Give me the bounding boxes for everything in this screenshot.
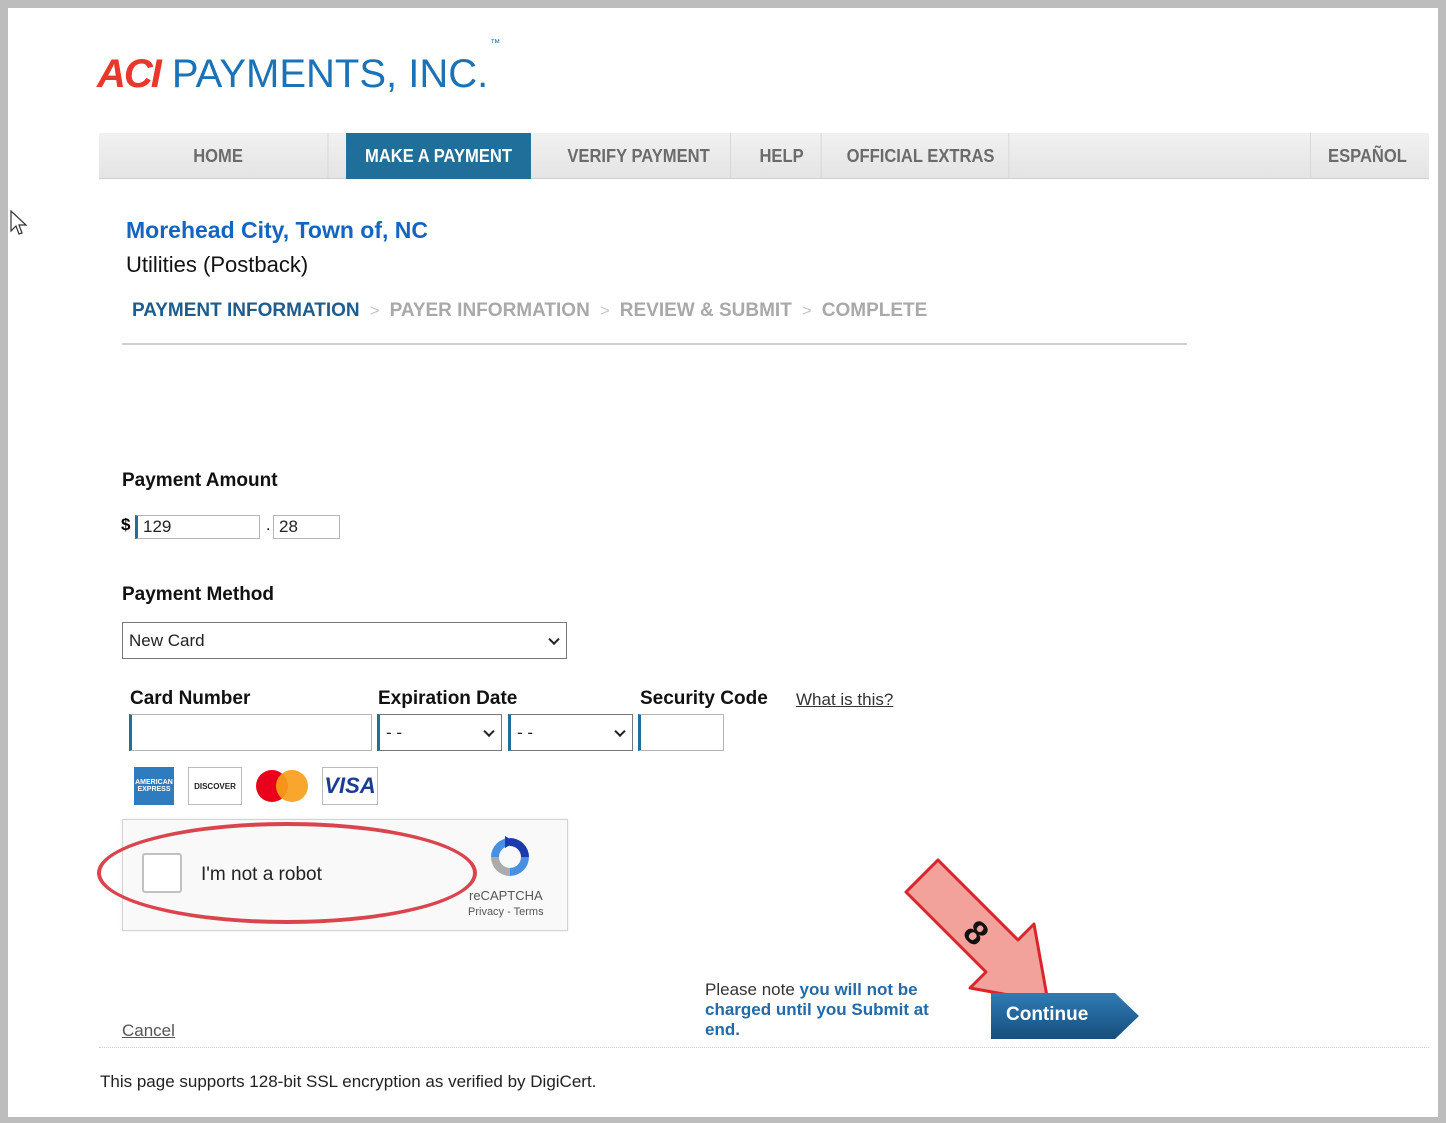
nav-verify-payment[interactable]: VERIFY PAYMENT [547,133,731,179]
exp-month-select[interactable]: - - [377,714,502,751]
mouse-cursor-icon [10,210,28,235]
merchant-service: Utilities (Postback) [126,252,309,277]
nav-help[interactable]: HELP [742,133,822,179]
nav-official-extras[interactable]: OFFICIAL EXTRAS [833,133,1010,179]
step-payer-information: PAYER INFORMATION [389,300,590,321]
accepted-cards: AMERICAN EXPRESS DISCOVER VISA [134,767,378,805]
merchant-name: Morehead City, Town of, NC [126,217,428,243]
payment-method-value: New Card [129,630,205,650]
decimal-point: . [266,517,271,534]
what-is-this-link[interactable]: What is this? [796,690,893,710]
step-payment-information: PAYMENT INFORMATION [132,300,360,321]
recaptcha-brand: reCAPTCHA [469,888,543,903]
main-nav: HOME MAKE A PAYMENT VERIFY PAYMENT HELP … [99,133,1429,179]
card-number-input[interactable] [129,714,372,751]
chevron-down-icon [548,633,560,645]
recaptcha-terms-link[interactable]: Privacy - Terms [468,906,544,918]
continue-button[interactable]: Continue [991,993,1139,1039]
step-separator: > [801,301,812,320]
nav-language-espanol[interactable]: ESPAÑOL [1309,133,1424,179]
step-review-submit: REVIEW & SUBMIT [619,300,792,321]
step-separator: > [369,301,380,320]
mastercard-icon [256,767,308,805]
cancel-link[interactable]: Cancel [122,1021,175,1041]
nav-home[interactable]: HOME [109,133,329,179]
payment-amount-label: Payment Amount [122,470,278,491]
visa-icon: VISA [322,767,378,805]
charge-note-prefix: Please note [705,980,800,999]
payment-method-select[interactable]: New Card [122,622,567,659]
steps-divider [122,343,1187,345]
exp-month-value: - - [386,722,403,742]
recaptcha-icon [491,836,529,876]
amount-dollars-input[interactable]: 129 [135,515,260,539]
expiration-date-label: Expiration Date [378,688,518,709]
chevron-down-icon [483,725,495,737]
amex-icon: AMERICAN EXPRESS [134,767,174,805]
step-separator: > [599,301,610,320]
logo-text: PAYMENTS, INC.™ [171,38,500,97]
footer-divider [99,1047,1429,1048]
charge-note: Please note you will not be charged unti… [705,980,955,1040]
highlight-oval-annotation [97,822,477,924]
card-number-label: Card Number [130,688,251,709]
continue-label: Continue [1006,1004,1089,1025]
security-code-input[interactable] [638,714,724,751]
discover-icon: DISCOVER [188,767,242,805]
chevron-down-icon [614,725,626,737]
ssl-note: This page supports 128-bit SSL encryptio… [100,1072,597,1091]
currency-symbol: $ [121,515,131,534]
amount-cents-input[interactable]: 28 [273,515,340,539]
logo-name: PAYMENTS, INC. [171,51,489,96]
payment-method-label: Payment Method [122,584,275,605]
aci-logo: ACI PAYMENTS, INC.™ [97,38,500,97]
step-complete: COMPLETE [821,300,928,321]
security-code-label: Security Code [640,688,768,709]
exp-year-select[interactable]: - - [508,714,633,751]
nav-make-payment[interactable]: MAKE A PAYMENT [346,133,531,179]
logo-trademark: ™ [490,37,501,49]
progress-steps: PAYMENT INFORMATION > PAYER INFORMATION … [132,300,927,322]
exp-year-value: - - [517,722,534,742]
logo-mark: ACI [97,51,162,96]
